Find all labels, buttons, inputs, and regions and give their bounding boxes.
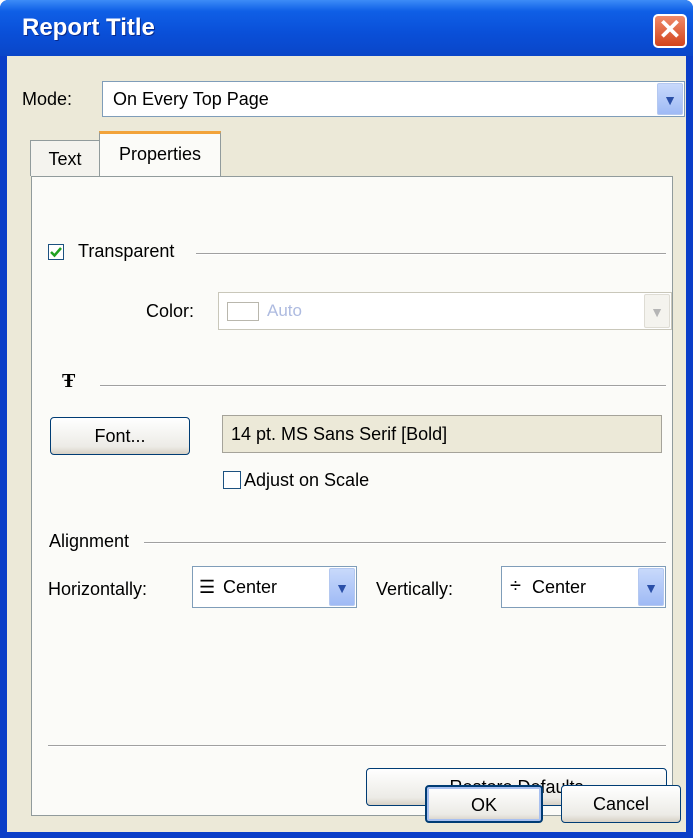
ok-button[interactable]: OK (425, 785, 543, 823)
alignment-title: Alignment (49, 531, 130, 551)
color-label: Color: (146, 301, 195, 321)
dialog-window: Report Title ✕ Mode: On Every Top Page ▼… (0, 0, 693, 838)
properties-panel: Transparent Color: Auto ▼ T-TŦ Font... 1… (31, 176, 673, 816)
transparent-label: Transparent (78, 241, 175, 261)
mode-dropdown-button[interactable]: ▼ (657, 83, 683, 115)
vertical-value: Center (532, 577, 587, 597)
tab-text[interactable]: Text (30, 140, 100, 176)
font-button[interactable]: Font... (50, 417, 190, 455)
mode-label-text: Mode: (22, 89, 73, 109)
window-title: Report Title (22, 14, 155, 41)
vertical-dropdown-button[interactable]: ▼ (638, 568, 664, 606)
transparent-checkbox[interactable] (48, 244, 64, 260)
tab-properties-label: Properties (118, 144, 202, 164)
ok-label: OK (470, 795, 497, 815)
font-section-icon: T-TŦ (62, 370, 76, 392)
checkmark-icon (50, 247, 62, 258)
vertical-center-icon: ÷ (510, 575, 521, 597)
divider (100, 385, 666, 387)
dialog-body: Mode: On Every Top Page ▼ Text Propertie… (7, 56, 686, 832)
vertical-label: Vertically: (376, 579, 454, 599)
chevron-down-icon: ▼ (644, 580, 658, 596)
align-center-icon: ☰ (199, 577, 216, 597)
chevron-down-icon: ▼ (335, 580, 349, 596)
color-value: Auto (267, 301, 302, 320)
horizontal-dropdown-button[interactable]: ▼ (329, 568, 355, 606)
title-bar[interactable]: Report Title ✕ (0, 0, 693, 56)
mode-label: Mode: (22, 89, 72, 110)
divider (196, 253, 666, 255)
font-display: 14 pt. MS Sans Serif [Bold] (222, 415, 662, 453)
mode-value: On Every Top Page (113, 89, 269, 109)
close-button[interactable]: ✕ (653, 14, 687, 48)
cancel-button[interactable]: Cancel (561, 785, 681, 823)
close-icon: ✕ (658, 14, 682, 45)
vertical-select[interactable]: ÷ Center ▼ (501, 566, 666, 608)
tab-text-label: Text (48, 149, 82, 169)
horizontal-value: Center (223, 577, 278, 597)
font-value: 14 pt. MS Sans Serif [Bold] (231, 424, 448, 444)
mode-select[interactable]: On Every Top Page ▼ (102, 81, 685, 117)
color-select[interactable]: Auto ▼ (218, 292, 672, 330)
color-dropdown-button[interactable]: ▼ (644, 294, 670, 328)
cancel-label: Cancel (592, 794, 650, 814)
chevron-down-icon: ▼ (650, 304, 664, 320)
adjust-on-scale-label: Adjust on Scale (244, 470, 370, 490)
divider (144, 542, 666, 544)
font-button-label: Font... (94, 426, 146, 446)
tab-properties[interactable]: Properties (99, 131, 221, 178)
horizontal-select[interactable]: ☰ Center ▼ (192, 566, 357, 608)
adjust-on-scale-checkbox[interactable] (223, 471, 241, 489)
color-swatch (227, 302, 259, 321)
chevron-down-icon: ▼ (663, 92, 677, 108)
divider (48, 745, 666, 747)
horizontal-label: Horizontally: (48, 579, 148, 599)
